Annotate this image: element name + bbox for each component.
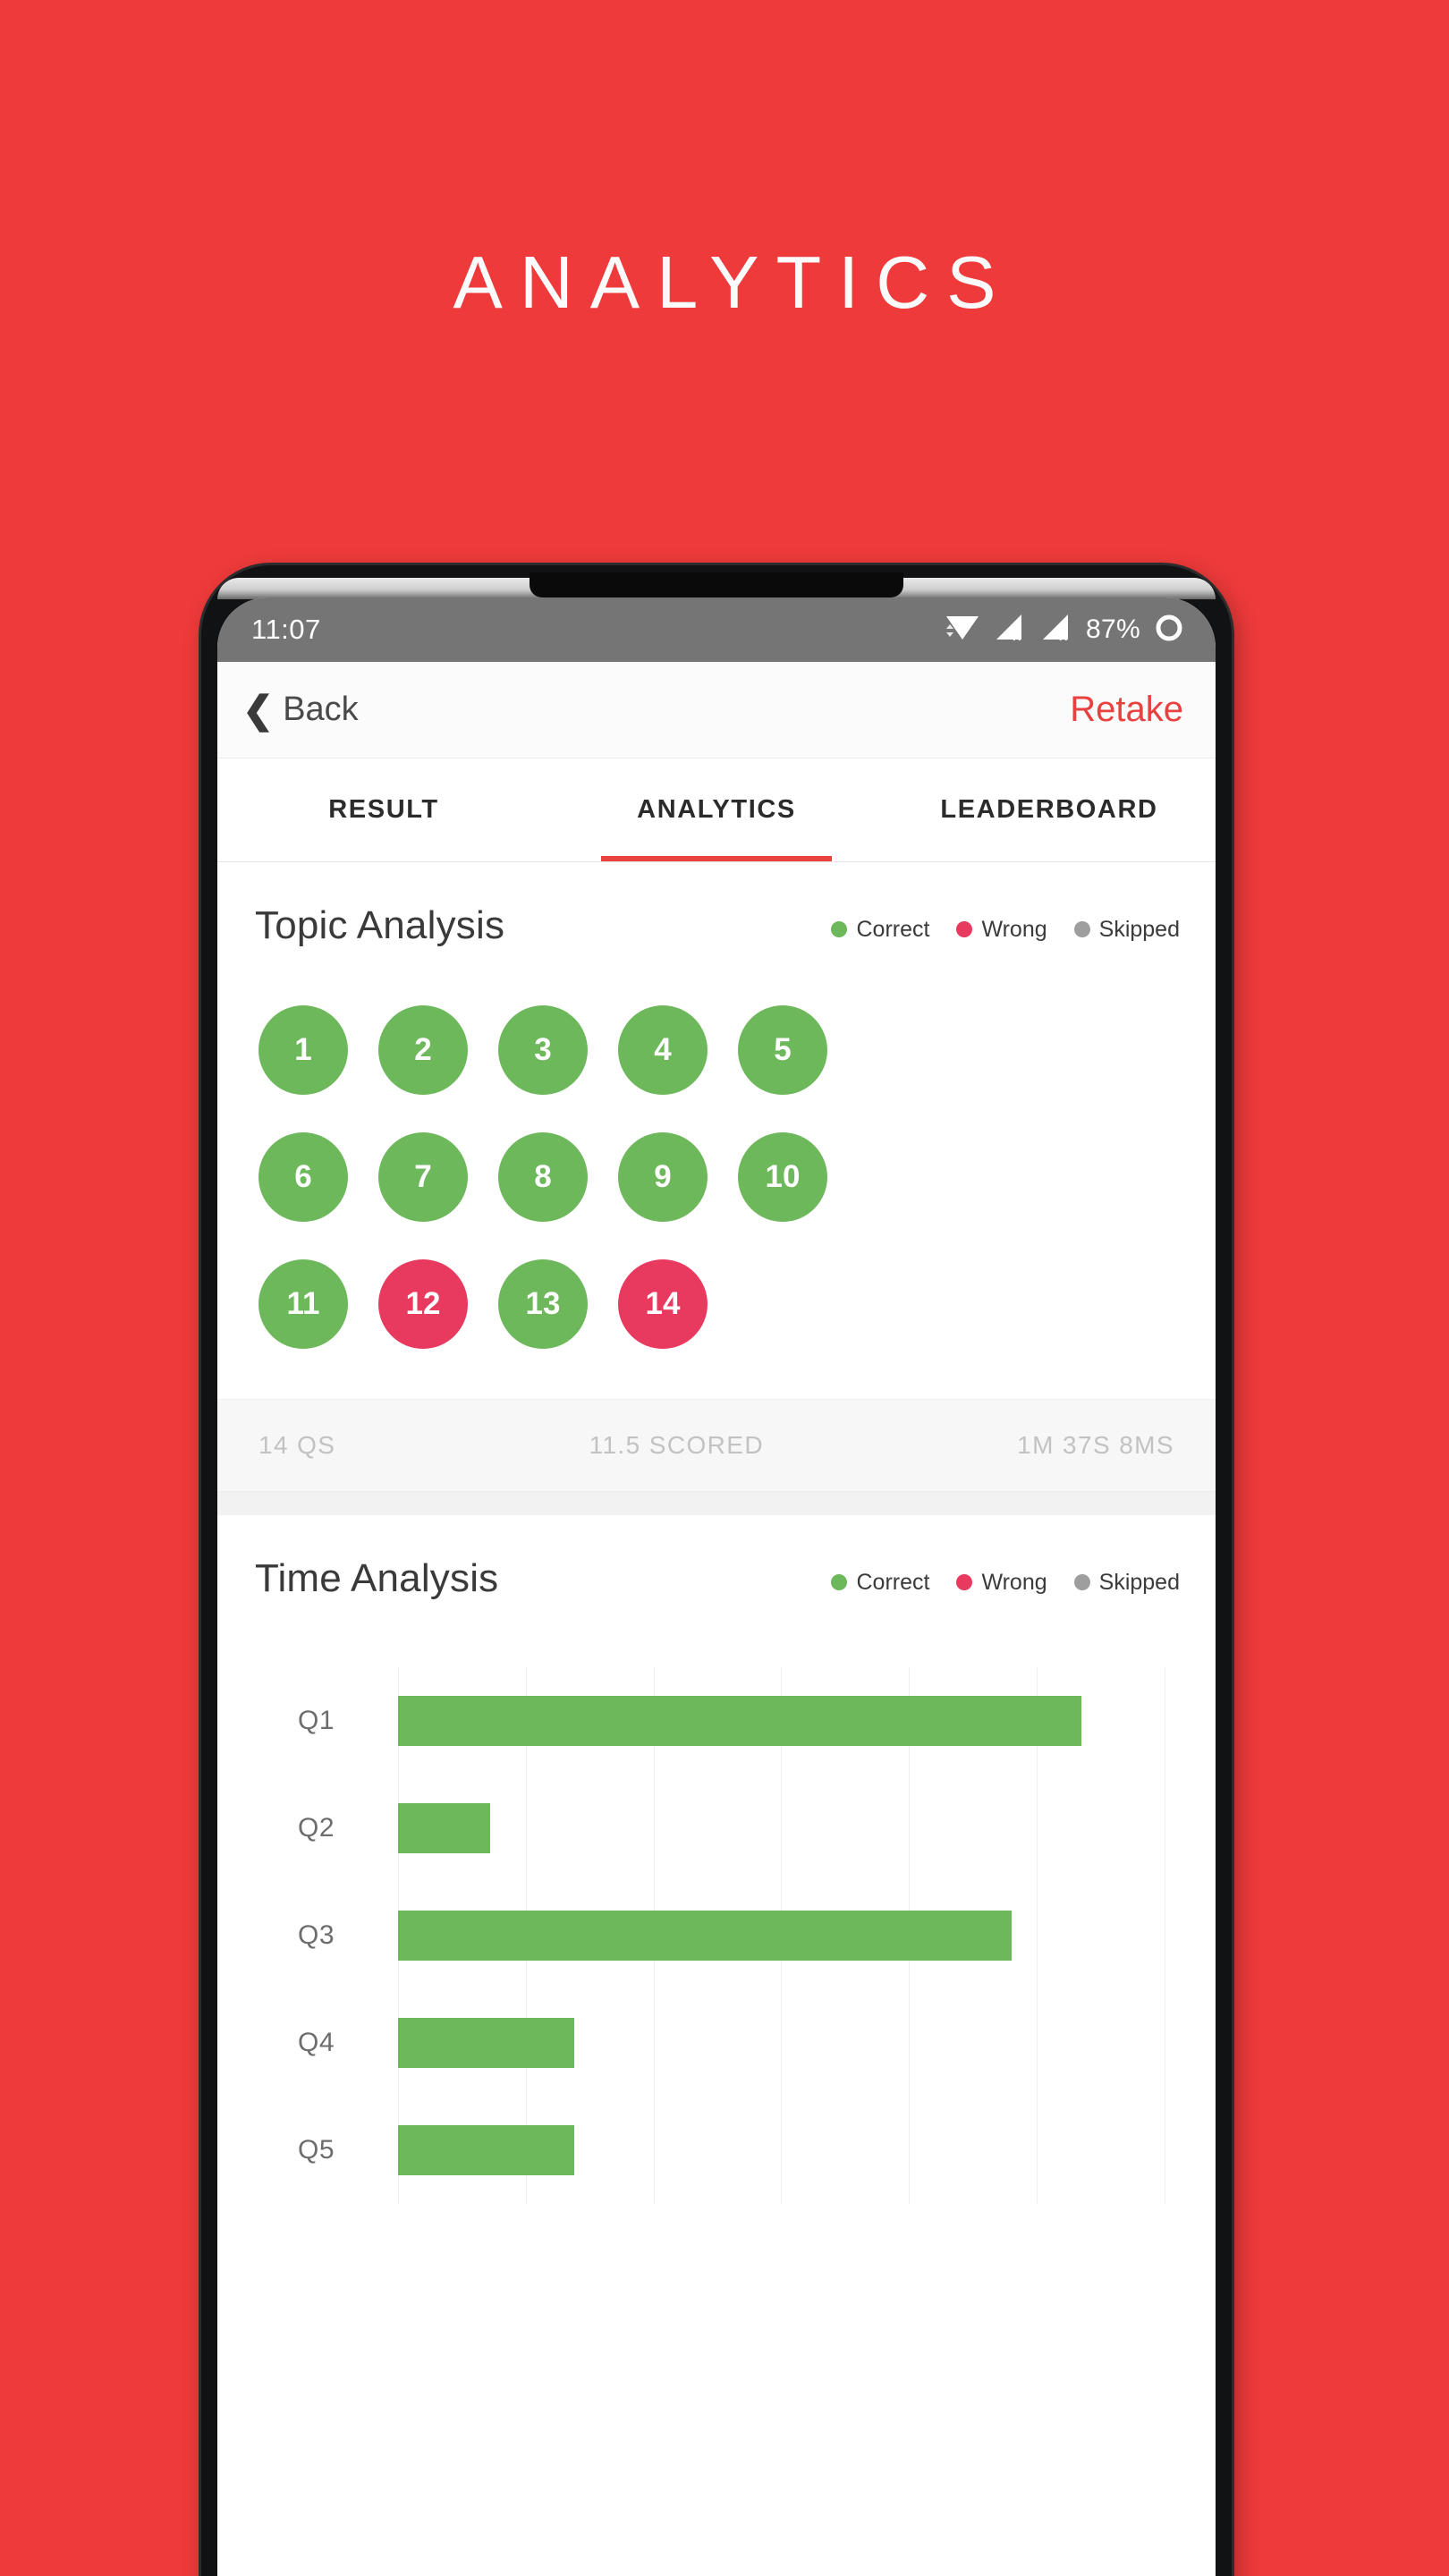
legend-label-wrong: Wrong (981, 916, 1047, 942)
chevron-left-icon: ❮ (242, 688, 275, 731)
chart-bar-track (398, 2097, 1165, 2204)
question-grid: 1 2 3 4 5 6 7 8 9 10 11 12 13 14 (217, 948, 1216, 1399)
legend-label-correct: Correct (856, 916, 930, 942)
topic-stats-bar: 14 QS 11.5 SCORED 1M 37S 8MS (217, 1399, 1216, 1492)
legend-dot-wrong-icon (956, 1574, 973, 1590)
nav-bar: ❮ Back Retake (217, 662, 1216, 758)
topic-analysis-legend: Correct Wrong Skipped (831, 910, 1180, 943)
time-analysis-card: Time Analysis Correct Wrong Skipped Q1 Q… (217, 1515, 1216, 2204)
time-analysis-legend: Correct Wrong Skipped (831, 1563, 1180, 1596)
stat-scored: 11.5 SCORED (589, 1431, 764, 1459)
question-chip[interactable]: 13 (498, 1259, 588, 1349)
chart-category-label: Q3 (298, 1920, 335, 1950)
back-button-label: Back (283, 691, 359, 728)
chart-category-label: Q2 (298, 1813, 335, 1843)
legend-item-wrong: Wrong (956, 1569, 1047, 1596)
chart-bar-track (398, 1882, 1165, 1989)
phone-screen: 11:07 R R 87% ❮ Back Retake RESULT ANALY… (217, 597, 1216, 2576)
back-button[interactable]: ❮ Back (242, 691, 359, 729)
chart-bar (398, 1911, 1013, 1961)
question-chip[interactable]: 4 (618, 1005, 708, 1095)
topic-analysis-title: Topic Analysis (255, 903, 505, 947)
question-row: 1 2 3 4 5 (258, 1005, 1174, 1095)
legend-label-wrong: Wrong (981, 1569, 1047, 1595)
topic-analysis-card: Topic Analysis Correct Wrong Skipped 1 2… (217, 862, 1216, 1492)
chart-bar-track (398, 1775, 1165, 1882)
legend-item-skipped: Skipped (1073, 916, 1180, 943)
status-bar: 11:07 R R 87% (217, 597, 1216, 662)
question-chip[interactable]: 10 (738, 1132, 827, 1222)
stat-time: 1M 37S 8MS (1017, 1431, 1174, 1459)
question-chip[interactable]: 6 (258, 1132, 348, 1222)
legend-label-correct: Correct (856, 1569, 930, 1595)
tab-analytics[interactable]: ANALYTICS (550, 758, 883, 861)
chart-row: Q2 (255, 1775, 1165, 1882)
chart-row: Q1 (255, 1667, 1165, 1775)
question-chip[interactable]: 14 (618, 1259, 708, 1349)
legend-dot-correct-icon (831, 1574, 848, 1590)
signal-roaming-icon: R (993, 613, 1027, 648)
tab-bar: RESULT ANALYTICS LEADERBOARD (217, 758, 1216, 862)
svg-text:R: R (1059, 630, 1068, 643)
question-chip[interactable]: 5 (738, 1005, 827, 1095)
time-analysis-chart-wrap: Q1 Q2 Q3 Q4 Q5 (217, 1601, 1216, 2204)
legend-item-correct: Correct (831, 917, 929, 943)
question-chip[interactable]: 7 (378, 1132, 468, 1222)
tab-result[interactable]: RESULT (217, 758, 550, 861)
chart-rows: Q1 Q2 Q3 Q4 Q5 (255, 1667, 1165, 2204)
retake-button[interactable]: Retake (1070, 690, 1183, 730)
phone-frame: 11:07 R R 87% ❮ Back Retake RESULT ANALY… (201, 565, 1232, 2576)
status-icons: R R 87% (945, 612, 1185, 648)
time-analysis-chart: Q1 Q2 Q3 Q4 Q5 (255, 1667, 1165, 2204)
chart-bar-track (398, 1989, 1165, 2097)
legend-item-wrong: Wrong (956, 916, 1047, 943)
chart-row: Q3 (255, 1882, 1165, 1989)
chart-category-label: Q5 (298, 2135, 335, 2165)
question-chip[interactable]: 12 (378, 1259, 468, 1349)
question-chip[interactable]: 11 (258, 1259, 348, 1349)
question-chip[interactable]: 9 (618, 1132, 708, 1222)
page-title: ANALYTICS (453, 241, 1013, 324)
chart-row: Q5 (255, 2097, 1165, 2204)
question-row: 11 12 13 14 (258, 1259, 1174, 1349)
chart-bar-track (398, 1667, 1165, 1775)
svg-text:R: R (1013, 630, 1021, 643)
chart-category-label: Q1 (298, 1706, 335, 1735)
chart-bar (398, 2125, 575, 2175)
legend-dot-skipped-icon (1073, 921, 1090, 937)
chart-bar (398, 1696, 1081, 1746)
time-analysis-header: Time Analysis Correct Wrong Skipped (217, 1515, 1216, 1601)
card-divider (217, 1492, 1216, 1515)
legend-dot-correct-icon (831, 921, 848, 937)
stat-questions: 14 QS (258, 1431, 336, 1459)
legend-dot-wrong-icon (956, 921, 973, 937)
legend-label-skipped: Skipped (1098, 1569, 1180, 1595)
chart-bar (398, 2018, 575, 2068)
question-chip[interactable]: 1 (258, 1005, 348, 1095)
legend-item-correct: Correct (831, 1570, 929, 1596)
legend-label-skipped: Skipped (1098, 916, 1180, 942)
phone-notch (530, 572, 903, 597)
battery-ring-icon (1153, 612, 1185, 648)
chart-bar (398, 1803, 490, 1853)
question-chip[interactable]: 3 (498, 1005, 588, 1095)
question-chip[interactable]: 2 (378, 1005, 468, 1095)
time-analysis-title: Time Analysis (255, 1556, 499, 1600)
signal-roaming-icon: R (1039, 613, 1073, 648)
question-row: 6 7 8 9 10 (258, 1132, 1174, 1222)
chart-row: Q4 (255, 1989, 1165, 2097)
legend-item-skipped: Skipped (1073, 1569, 1180, 1596)
battery-percent-label: 87% (1086, 614, 1140, 644)
question-chip[interactable]: 8 (498, 1132, 588, 1222)
tab-leaderboard[interactable]: LEADERBOARD (883, 758, 1216, 861)
status-time: 11:07 (251, 614, 321, 645)
topic-analysis-header: Topic Analysis Correct Wrong Skipped (217, 862, 1216, 948)
wifi-icon (945, 613, 980, 648)
chart-category-label: Q4 (298, 2028, 335, 2057)
legend-dot-skipped-icon (1073, 1574, 1090, 1590)
